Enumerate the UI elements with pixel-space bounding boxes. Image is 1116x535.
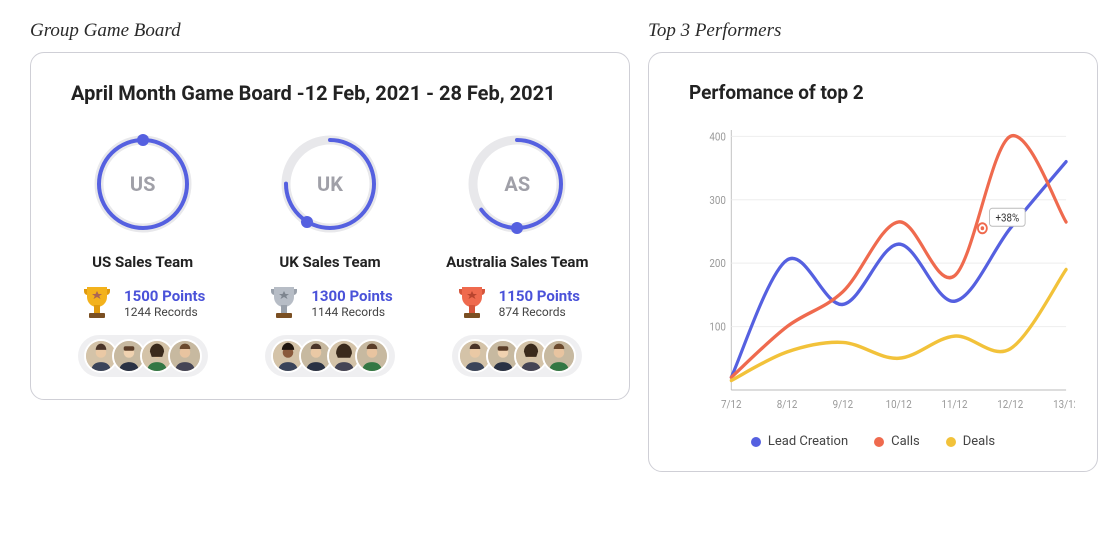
avatar: [355, 339, 389, 373]
group-game-board-label: Group Game Board: [30, 20, 630, 42]
svg-text:+38%: +38%: [995, 211, 1019, 225]
legend-lead-creation: Lead Creation: [751, 434, 848, 449]
team-name: UK Sales Team: [279, 253, 380, 271]
svg-text:10/12: 10/12: [886, 397, 912, 411]
legend-deals: Deals: [946, 434, 995, 449]
svg-text:400: 400: [709, 130, 726, 144]
team-records: 1144 Records: [311, 305, 392, 319]
team-name: US Sales Team: [92, 253, 193, 271]
team-name: Australia Sales Team: [446, 253, 588, 271]
progress-ring-uk: UK: [275, 129, 385, 239]
svg-text:100: 100: [709, 320, 726, 334]
progress-ring-us: US: [88, 129, 198, 239]
team-records: 1244 Records: [124, 305, 205, 319]
svg-text:200: 200: [709, 257, 726, 271]
team-members: [452, 335, 582, 377]
svg-text:9/12: 9/12: [833, 397, 854, 411]
legend-calls: Calls: [874, 434, 920, 449]
chart-title: Perfomance of top 2: [689, 81, 1075, 104]
performance-panel: Perfomance of top 2 100 200 300 400 7/12 8/12…: [648, 52, 1098, 472]
performance-chart: 100 200 300 400 7/12 8/12 9/12 10/12 11/12 12/12 1…: [671, 120, 1075, 420]
svg-text:12/12: 12/12: [997, 397, 1023, 411]
team-records: 874 Records: [499, 305, 580, 319]
svg-text:11/12: 11/12: [941, 397, 967, 411]
team-members: [265, 335, 395, 377]
team-points: 1300 Points: [311, 287, 392, 305]
team-code: UK: [275, 129, 385, 239]
team-us: US US Sales Team: [53, 129, 232, 377]
team-code: AS: [462, 129, 572, 239]
team-as: AS Australia Sales Team: [428, 129, 607, 377]
progress-ring-as: AS: [462, 129, 572, 239]
game-board-panel: April Month Game Board -12 Feb, 2021 - 2…: [30, 52, 630, 400]
svg-text:300: 300: [709, 193, 726, 207]
trophy-icon: [455, 285, 489, 321]
game-board-title: April Month Game Board -12 Feb, 2021 - 2…: [53, 81, 607, 105]
team-points: 1500 Points: [124, 287, 205, 305]
svg-text:13/12: 13/12: [1053, 397, 1075, 411]
chart-legend: Lead Creation Calls Deals: [671, 434, 1075, 449]
avatar: [168, 339, 202, 373]
top-performers-label: Top 3 Performers: [648, 20, 1098, 42]
trophy-icon: [80, 285, 114, 321]
team-members: [78, 335, 208, 377]
avatar: [542, 339, 576, 373]
team-code: US: [88, 129, 198, 239]
svg-text:7/12: 7/12: [721, 397, 742, 411]
team-points: 1150 Points: [499, 287, 580, 305]
trophy-icon: [267, 285, 301, 321]
team-uk: UK UK Sales Team: [240, 129, 419, 377]
svg-text:8/12: 8/12: [777, 397, 798, 411]
